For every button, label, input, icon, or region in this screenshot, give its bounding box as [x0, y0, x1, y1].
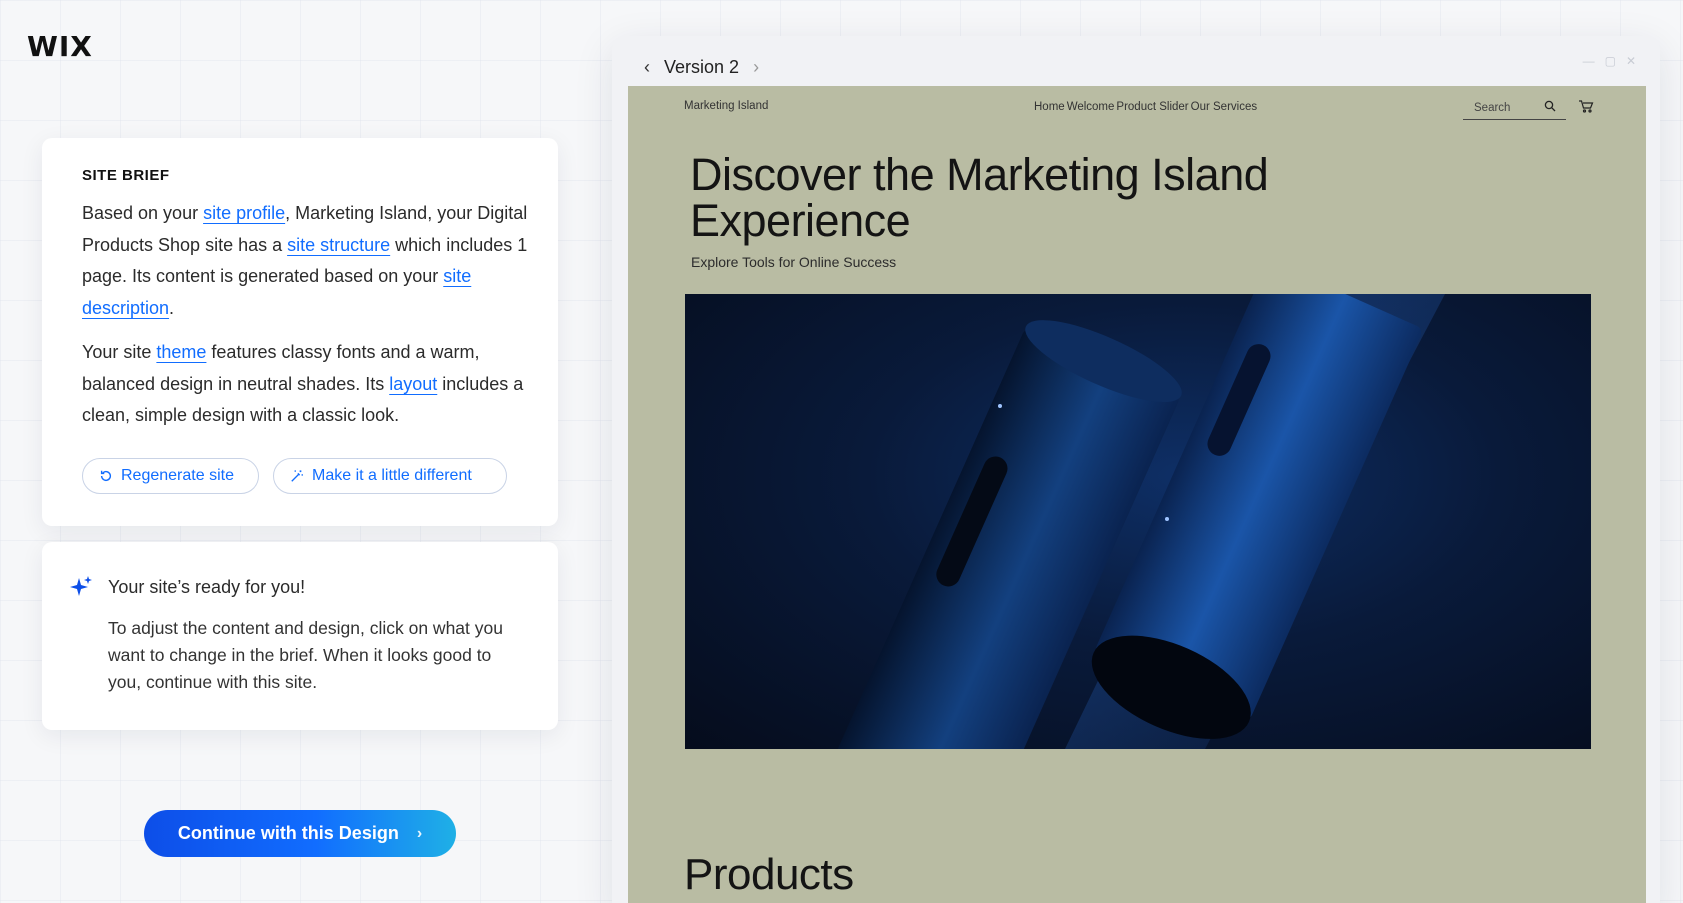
- next-version-icon[interactable]: ›: [753, 57, 759, 78]
- site-brief-title: SITE BRIEF: [82, 167, 170, 184]
- site-menu-item[interactable]: Home: [1034, 101, 1065, 113]
- refresh-icon: [100, 470, 112, 482]
- layout-link[interactable]: layout: [389, 374, 437, 394]
- site-structure-link[interactable]: site structure: [287, 235, 390, 255]
- sparkle-icon: [70, 576, 92, 596]
- theme-link[interactable]: theme: [156, 342, 206, 362]
- hero-product-image: [685, 294, 1591, 749]
- continue-label: Continue with this Design: [177, 823, 399, 843]
- make-different-label: Make it a little different: [312, 467, 472, 484]
- hero-title: Discover the Marketing Island Experience: [690, 149, 1269, 246]
- version-navigator: ‹ Version 2 ›: [644, 50, 759, 84]
- brief-paragraph-design: Your site theme features classy fonts an…: [82, 337, 542, 432]
- regenerate-site-label: Regenerate site: [121, 467, 234, 484]
- version-label: Version 2: [664, 56, 740, 77]
- magic-wand-icon: [291, 470, 303, 482]
- brief-paragraph-structure: Based on your site profile, Marketing Is…: [82, 198, 542, 324]
- site-preview-window: ‹ Version 2 › — ▢ ✕ Marketing Island Hom…: [612, 36, 1660, 903]
- continue-with-design-button[interactable]: Continue with this Design ›: [144, 810, 456, 857]
- site-menu: Home Welcome Product Slider Our Services: [1034, 101, 1259, 113]
- site-menu-item[interactable]: Product Slider: [1116, 101, 1188, 113]
- brief-text: Based on your: [82, 203, 204, 223]
- minimize-icon[interactable]: —: [1583, 54, 1595, 68]
- window-controls: — ▢ ✕: [1583, 54, 1636, 68]
- product-illustration: [816, 294, 1445, 749]
- search-icon[interactable]: [1544, 100, 1556, 112]
- site-ready-title: Your site’s ready for you!: [108, 577, 306, 597]
- close-icon[interactable]: ✕: [1626, 54, 1636, 68]
- wix-logo: WIX: [27, 30, 93, 63]
- maximize-icon[interactable]: ▢: [1605, 54, 1616, 68]
- make-different-button[interactable]: Make it a little different: [273, 458, 507, 494]
- regenerate-site-button[interactable]: Regenerate site: [82, 458, 259, 494]
- hero-subtitle: Explore Tools for Online Success: [691, 254, 897, 270]
- site-ready-body: To adjust the content and design, click …: [108, 618, 503, 692]
- site-brand-name: Marketing Island: [684, 100, 769, 112]
- site-menu-item[interactable]: Welcome: [1067, 101, 1115, 113]
- site-ready-card: Your site’s ready for you! To adjust the…: [42, 542, 558, 730]
- site-profile-link[interactable]: site profile: [203, 203, 285, 223]
- site-preview-canvas[interactable]: Marketing Island Home Welcome Product Sl…: [628, 86, 1646, 903]
- cart-icon[interactable]: [1578, 99, 1594, 113]
- products-heading: Products: [684, 850, 854, 899]
- previous-version-icon[interactable]: ‹: [644, 57, 650, 78]
- site-menu-item[interactable]: Our Services: [1191, 101, 1257, 113]
- brief-text: .: [169, 297, 175, 318]
- site-brief-card: SITE BRIEF Based on your site profile, M…: [42, 138, 558, 526]
- chevron-right-icon: ›: [416, 824, 423, 842]
- brief-text: Your site: [82, 342, 157, 362]
